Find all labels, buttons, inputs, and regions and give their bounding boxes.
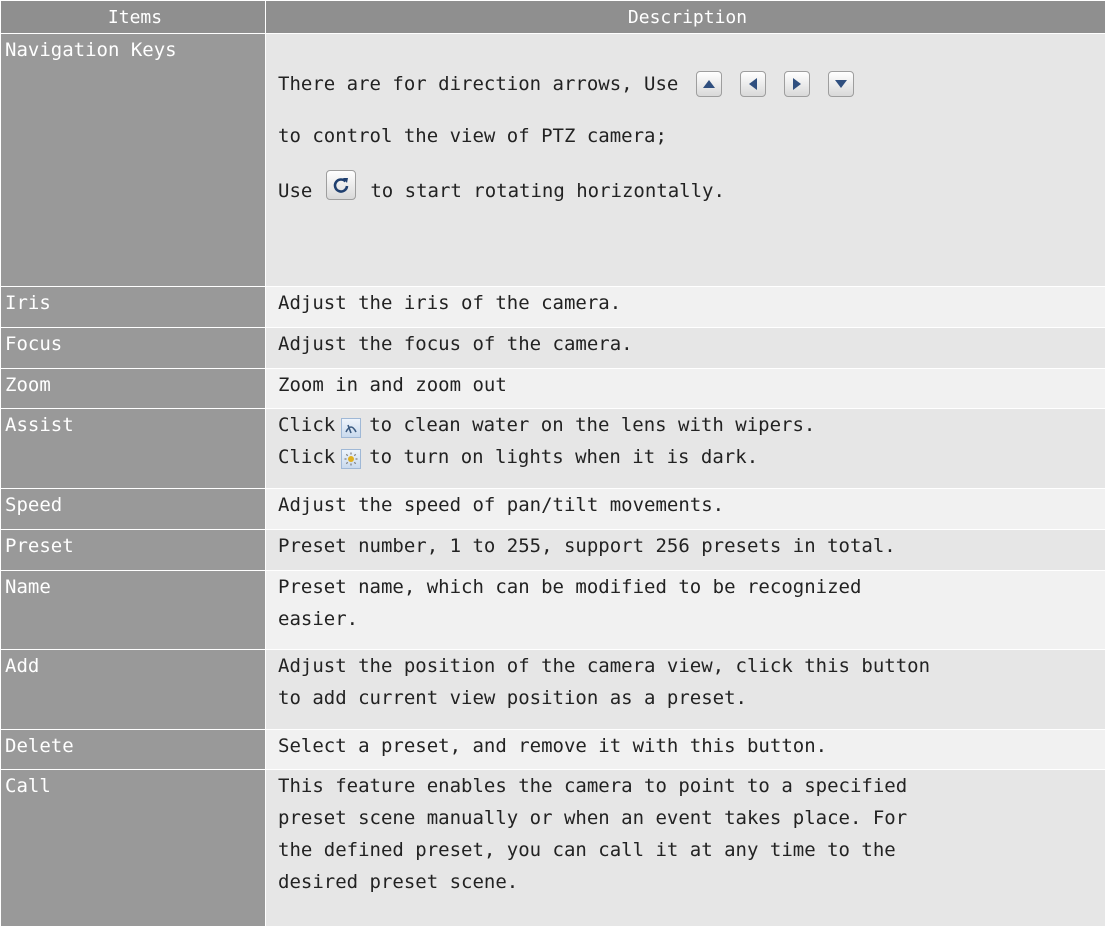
wiper-icon[interactable] bbox=[341, 418, 362, 439]
header-items: Items bbox=[0, 0, 266, 34]
table-row: Focus Adjust the focus of the camera. bbox=[0, 326, 1106, 369]
arrow-down-icon[interactable] bbox=[828, 71, 855, 97]
arrow-up-icon[interactable] bbox=[696, 71, 723, 97]
table-row: Call This feature enables the camera to … bbox=[0, 769, 1106, 927]
description-name: Preset name, which can be modified to be… bbox=[265, 569, 1106, 651]
table-row: Iris Adjust the iris of the camera. bbox=[0, 285, 1106, 328]
arrow-left-icon[interactable] bbox=[740, 71, 767, 97]
light-icon[interactable] bbox=[341, 449, 362, 470]
description-call: This feature enables the camera to point… bbox=[265, 769, 1106, 927]
table-row: Assist Click to clean water on the lens … bbox=[0, 408, 1106, 489]
item-navigation-keys: Navigation Keys bbox=[0, 33, 266, 287]
description-assist: Click to clean water on the lens with wi… bbox=[265, 408, 1106, 489]
item-assist: Assist bbox=[0, 408, 266, 489]
description-navigation-keys: There are for direction arrows, Use to c… bbox=[265, 33, 1106, 287]
item-focus: Focus bbox=[0, 326, 266, 369]
table-row: Navigation Keys There are for direction … bbox=[0, 33, 1106, 287]
nav-text-line1: There are for direction arrows, Use bbox=[278, 73, 679, 95]
item-add: Add bbox=[0, 649, 266, 730]
description-delete: Select a preset, and remove it with this… bbox=[265, 728, 1106, 771]
table-row: Speed Adjust the speed of pan/tilt movem… bbox=[0, 487, 1106, 530]
nav-text-line2: to control the view of PTZ camera; bbox=[278, 125, 667, 147]
table-row: Name Preset name, which can be modified … bbox=[0, 569, 1106, 651]
item-delete: Delete bbox=[0, 728, 266, 771]
description-add: Adjust the position of the camera view, … bbox=[265, 649, 1106, 730]
item-preset: Preset bbox=[0, 528, 266, 571]
description-focus: Adjust the focus of the camera. bbox=[265, 326, 1106, 369]
item-name: Name bbox=[0, 569, 266, 651]
item-call: Call bbox=[0, 769, 266, 927]
description-preset: Preset number, 1 to 255, support 256 pre… bbox=[265, 528, 1106, 571]
table-row: Delete Select a preset, and remove it wi… bbox=[0, 728, 1106, 771]
description-iris: Adjust the iris of the camera. bbox=[265, 285, 1106, 328]
description-zoom: Zoom in and zoom out bbox=[265, 367, 1106, 410]
nav-text-line3-post: to start rotating horizontally. bbox=[370, 180, 725, 202]
header-row: Items Description bbox=[0, 0, 1106, 34]
header-description: Description bbox=[265, 0, 1106, 34]
item-iris: Iris bbox=[0, 285, 266, 328]
description-speed: Adjust the speed of pan/tilt movements. bbox=[265, 487, 1106, 530]
item-zoom: Zoom bbox=[0, 367, 266, 410]
rotate-icon[interactable] bbox=[326, 170, 357, 200]
items-description-table: Items Description Navigation Keys There … bbox=[0, 0, 1106, 927]
arrow-right-icon[interactable] bbox=[784, 71, 811, 97]
nav-text-line3-pre: Use bbox=[278, 180, 313, 202]
table-row: Add Adjust the position of the camera vi… bbox=[0, 649, 1106, 730]
item-speed: Speed bbox=[0, 487, 266, 530]
table-row: Zoom Zoom in and zoom out bbox=[0, 367, 1106, 410]
table-row: Preset Preset number, 1 to 255, support … bbox=[0, 528, 1106, 571]
